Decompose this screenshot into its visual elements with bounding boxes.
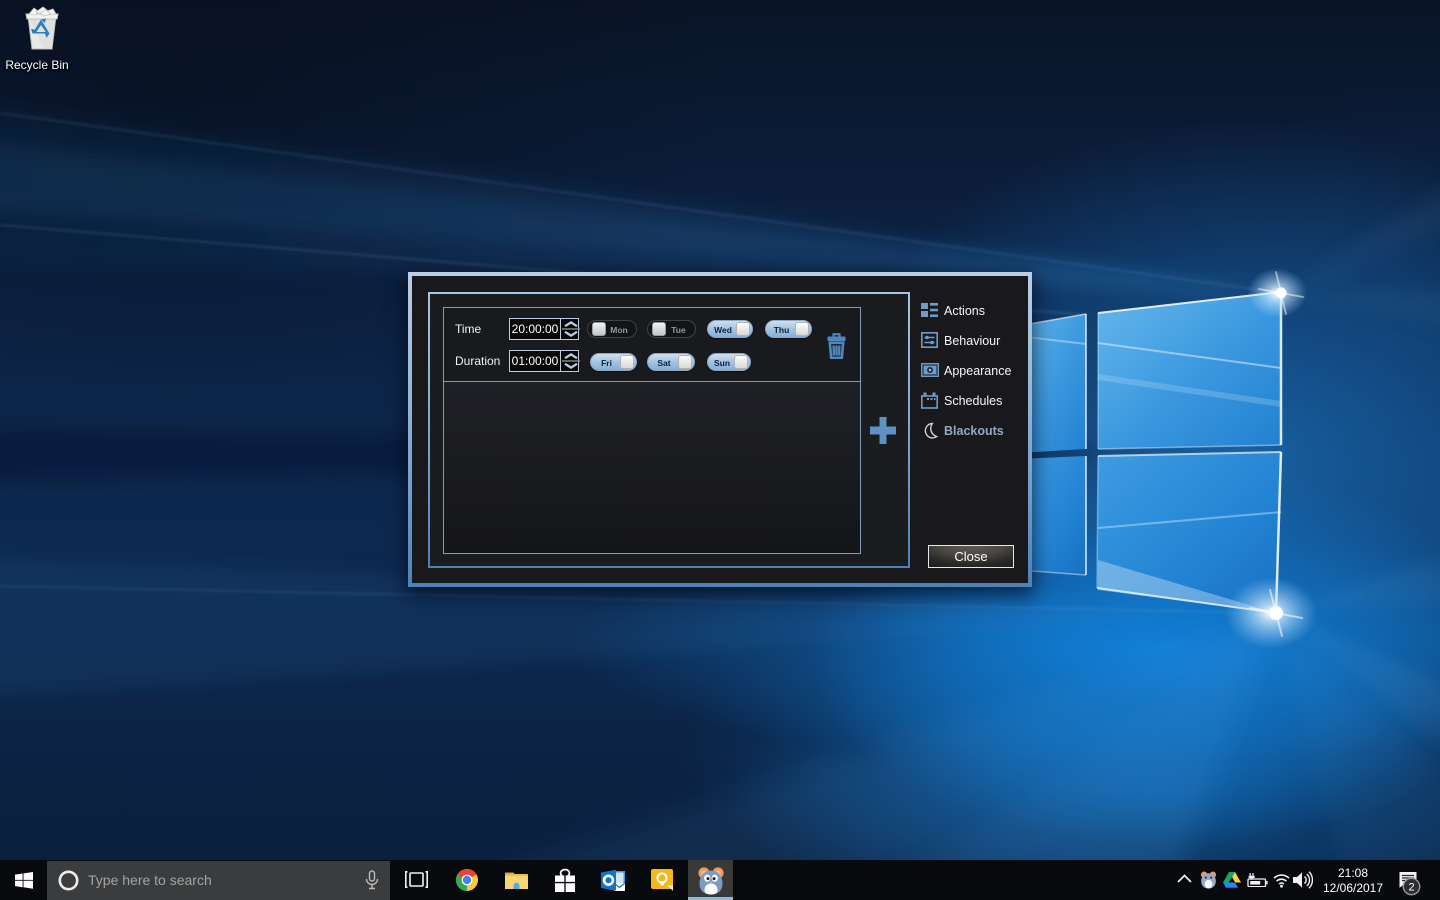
svg-text:2: 2: [1408, 882, 1414, 894]
